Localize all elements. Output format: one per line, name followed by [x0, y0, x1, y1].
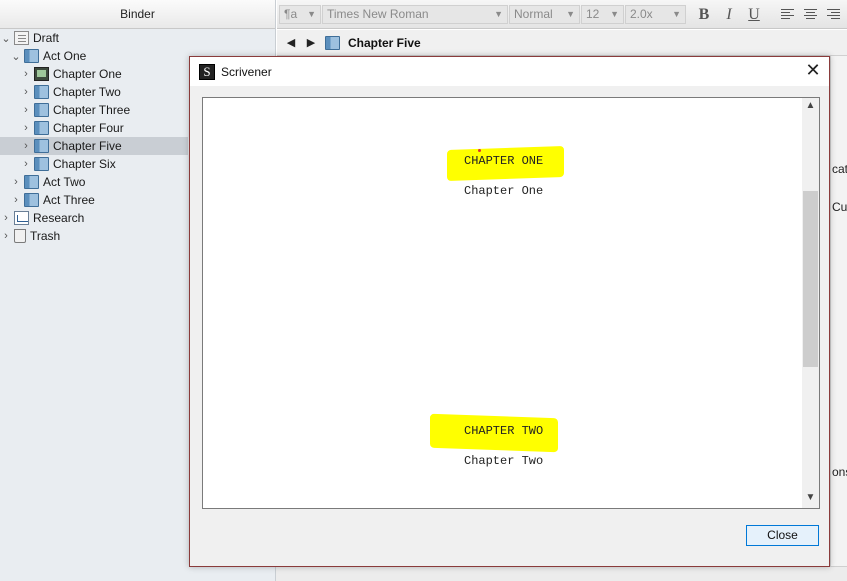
italic-button[interactable]: I	[719, 5, 739, 24]
binder-item-label: Chapter Four	[53, 121, 124, 135]
chapter-subtitle: Chapter Two	[464, 454, 544, 468]
chevron-right-icon[interactable]: ›	[20, 140, 32, 152]
chevron-right-icon[interactable]: ›	[20, 68, 32, 80]
chevron-right-icon[interactable]: ›	[20, 104, 32, 116]
preview-area: CHAPTER ONE Chapter One CHAPTER TWO Chap…	[202, 97, 820, 509]
binder-item-label: Chapter Two	[53, 85, 121, 99]
folder-book-icon	[34, 121, 49, 135]
dropdown-arrow-icon: ▼	[494, 9, 503, 19]
close-icon[interactable]: ✕	[804, 61, 822, 80]
binder-item-label: Trash	[30, 229, 61, 243]
folder-book-icon	[24, 193, 39, 207]
dropdown-arrow-icon: ▼	[566, 9, 575, 19]
underline-button[interactable]: U	[744, 5, 764, 24]
scroll-up-icon[interactable]: ▲	[802, 100, 819, 114]
dialog-titlebar[interactable]: S Scrivener ✕	[190, 57, 829, 86]
chevron-right-icon[interactable]: ›	[20, 86, 32, 98]
align-left-icon[interactable]	[781, 9, 794, 20]
binder-item-label: Act Two	[43, 175, 86, 189]
chevron-right-icon[interactable]: ›	[20, 158, 32, 170]
binder-item-label: Research	[33, 211, 85, 225]
scrivener-app-icon: S	[199, 63, 215, 80]
paragraph-style-select[interactable]: ¶a ▼	[279, 5, 321, 24]
bold-button[interactable]: B	[694, 5, 714, 24]
preview-dialog: S Scrivener ✕ CHAPTER ONE Chapter One CH…	[189, 56, 830, 567]
dropdown-arrow-icon: ▼	[610, 9, 619, 19]
binder-title: Binder	[120, 7, 155, 21]
vertical-scrollbar[interactable]: ▲ ▼	[802, 98, 819, 508]
chapter-heading: CHAPTER TWO	[464, 424, 544, 438]
folder-book-icon	[24, 49, 39, 63]
paragraph-style-value: ¶a	[284, 7, 298, 21]
chevron-down-icon[interactable]: ⌄	[10, 50, 22, 63]
binder-header: Binder	[0, 0, 275, 29]
dropdown-arrow-icon: ▼	[307, 9, 316, 19]
font-size-select[interactable]: 12 ▼	[581, 5, 624, 24]
chevron-right-icon[interactable]: ›	[10, 194, 22, 206]
chevron-down-icon[interactable]: ⌄	[0, 32, 12, 45]
scene-document-icon	[34, 67, 49, 81]
typeface-value: Normal	[514, 7, 553, 21]
folder-book-icon	[325, 35, 340, 50]
folder-book-icon	[34, 139, 49, 153]
folder-book-icon	[34, 157, 49, 171]
inspector-text: cat	[832, 162, 847, 176]
chevron-right-icon[interactable]: ›	[20, 122, 32, 134]
folder-book-icon	[34, 85, 49, 99]
chapter-subtitle: Chapter One	[464, 184, 544, 198]
inspector-text: ons	[832, 465, 847, 479]
close-button[interactable]: Close	[746, 525, 819, 546]
binder-item-label: Act One	[43, 49, 87, 63]
align-right-icon[interactable]	[827, 9, 840, 20]
folder-book-icon	[34, 103, 49, 117]
typeface-select[interactable]: Normal ▼	[509, 5, 580, 24]
line-spacing-value: 2.0x	[630, 7, 653, 21]
footer-bar	[276, 566, 847, 581]
dialog-title: Scrivener	[221, 64, 272, 79]
editor-title: Chapter Five	[348, 35, 421, 50]
cursor-dot	[478, 149, 481, 152]
inspector-pane	[830, 56, 847, 581]
binder-item-label: Chapter One	[53, 67, 122, 81]
chevron-right-icon[interactable]: ›	[0, 230, 12, 242]
draft-icon	[14, 31, 29, 45]
binder-item-label: Chapter Six	[53, 157, 116, 171]
inspector-text: Cus	[832, 200, 847, 214]
binder-item-label: Draft	[33, 31, 60, 45]
binder-item-label: Act Three	[43, 193, 95, 207]
scrollbar-thumb[interactable]	[803, 191, 818, 367]
binder-item-label: Chapter Five	[53, 139, 122, 153]
research-icon	[14, 211, 29, 225]
folder-book-icon	[24, 175, 39, 189]
binder-item-draft[interactable]: ⌄ Draft	[0, 29, 276, 47]
line-spacing-select[interactable]: 2.0x ▼	[625, 5, 686, 24]
align-center-icon[interactable]	[804, 9, 817, 20]
editor-header: ◀ ▶ Chapter Five	[277, 30, 847, 56]
font-family-value: Times New Roman	[327, 7, 429, 21]
trash-icon	[14, 229, 26, 243]
font-family-select[interactable]: Times New Roman ▼	[322, 5, 508, 24]
scroll-down-icon[interactable]: ▼	[802, 492, 819, 506]
chapter-heading: CHAPTER ONE	[464, 154, 544, 168]
forward-arrow-icon[interactable]: ▶	[301, 36, 321, 49]
chevron-right-icon[interactable]: ›	[10, 176, 22, 188]
format-bar: ¶a ▼ Times New Roman ▼ Normal ▼ 12 ▼ 2.0x ▼ B…	[277, 0, 847, 29]
binder-item-label: Chapter Three	[53, 103, 131, 117]
binder-item-chapter-five[interactable]: › Chapter Five	[0, 137, 188, 155]
chevron-right-icon[interactable]: ›	[0, 212, 12, 224]
font-size-value: 12	[586, 7, 600, 21]
back-arrow-icon[interactable]: ◀	[281, 36, 301, 49]
dropdown-arrow-icon: ▼	[672, 9, 681, 19]
